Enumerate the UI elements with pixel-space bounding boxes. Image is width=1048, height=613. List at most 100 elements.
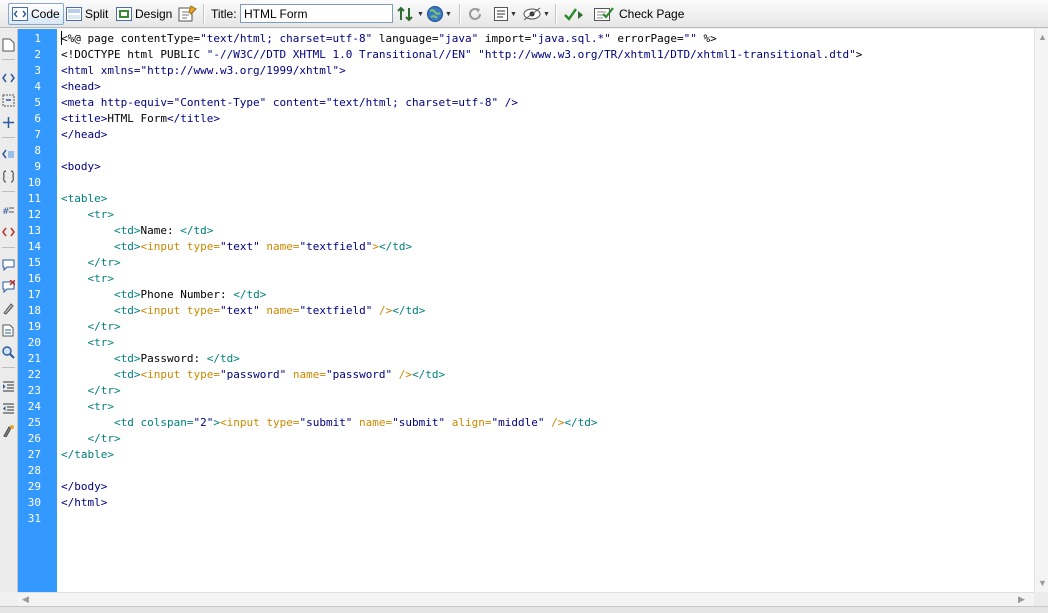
code-line[interactable]: <td>Password: </td> — [61, 351, 240, 367]
code-token: </td> — [564, 416, 598, 429]
code-line[interactable]: <title>HTML Form</title> — [61, 111, 220, 127]
code-token: </tr> — [87, 320, 121, 333]
code-token: <head> — [61, 80, 101, 93]
code-line[interactable]: <td><input type="password" name="passwor… — [61, 367, 445, 383]
line-number: 2 — [34, 48, 41, 61]
line-number: 11 — [27, 192, 41, 205]
code-token: <td> — [113, 288, 141, 301]
design-view-label: Design — [135, 7, 173, 21]
code-token: <tr> — [87, 336, 115, 349]
line-number: 8 — [34, 144, 41, 157]
code-line[interactable]: <td>Phone Number: </td> — [61, 287, 266, 303]
code-token: <input type= — [140, 240, 220, 253]
code-token: name= — [352, 416, 393, 429]
code-token: %> — [696, 32, 717, 45]
code-token: <input type= — [140, 368, 220, 381]
code-line[interactable]: <meta http-equiv="Content-Type" content=… — [61, 95, 518, 111]
code-line[interactable]: </head> — [61, 127, 107, 143]
code-line[interactable]: <%@ page contentType="text/html; charset… — [61, 31, 717, 47]
code-token: "textfield" — [299, 240, 373, 253]
code-line[interactable]: <table> — [61, 191, 107, 207]
code-line[interactable]: <tr> — [61, 271, 115, 287]
scroll-up-arrow-icon[interactable]: ▲ — [1038, 31, 1047, 43]
code-line[interactable]: <td>Name: </td> — [61, 223, 213, 239]
visual-aids-button[interactable]: ▼ — [522, 3, 550, 25]
line-number: 22 — [27, 368, 41, 381]
code-token: name= — [259, 240, 300, 253]
view-options-button[interactable]: ▼ — [493, 3, 517, 25]
code-token: align= — [445, 416, 492, 429]
code-line[interactable]: <tr> — [61, 207, 115, 223]
visual-aids-icon — [523, 7, 541, 21]
code-token: </td> — [180, 224, 214, 237]
line-number: 30 — [27, 496, 41, 509]
code-token: <td> — [113, 352, 141, 365]
code-line[interactable]: </tr> — [61, 319, 121, 335]
code-token: <table> — [61, 192, 108, 205]
vertical-scrollbar[interactable]: ▲ ▼ — [1034, 29, 1048, 592]
design-view-button[interactable]: Design — [112, 3, 176, 25]
code-token: <meta http-equiv="Content-Type" content=… — [61, 96, 518, 109]
validate-icon — [564, 8, 583, 21]
code-line[interactable]: <td><input type="text" name="textfield" … — [61, 303, 425, 319]
code-line[interactable]: </tr> — [61, 431, 121, 447]
line-number: 31 — [27, 512, 41, 525]
live-view-button[interactable] — [178, 3, 198, 25]
live-view-icon — [178, 5, 197, 22]
code-line[interactable]: </html> — [61, 495, 107, 511]
document-title-input[interactable] — [240, 4, 393, 23]
code-view-button[interactable]: Code — [8, 3, 64, 25]
code-token: Password: — [140, 352, 207, 365]
horizontal-scrollbar[interactable]: ◀ ▶ — [18, 592, 1034, 606]
code-line[interactable]: </tr> — [61, 255, 121, 271]
code-line[interactable]: <tr> — [61, 399, 115, 415]
line-number: 6 — [34, 112, 41, 125]
line-number: 5 — [34, 96, 41, 109]
design-view-icon — [116, 7, 132, 21]
code-token: /> — [372, 304, 393, 317]
code-line[interactable]: <!DOCTYPE html PUBLIC "-//W3C//DTD XHTML… — [61, 47, 862, 63]
code-line[interactable]: </body> — [61, 479, 107, 495]
refresh-button[interactable] — [467, 3, 483, 25]
code-line[interactable]: <html xmlns="http://www.w3.org/1999/xhtm… — [61, 63, 346, 79]
scroll-left-arrow-icon[interactable]: ◀ — [22, 593, 29, 605]
code-token: Phone Number: — [140, 288, 234, 301]
check-page-label: Check Page — [619, 7, 685, 21]
code-line[interactable]: <td colspan="2"><input type="submit" nam… — [61, 415, 598, 431]
split-view-button[interactable]: Split — [62, 3, 112, 25]
code-token: "2" — [193, 416, 214, 429]
line-number: 27 — [27, 448, 41, 461]
code-line[interactable]: <tr> — [61, 335, 115, 351]
status-bar — [0, 606, 1048, 613]
code-line[interactable]: <body> — [61, 159, 101, 175]
code-token: </tr> — [87, 256, 121, 269]
scroll-down-arrow-icon[interactable]: ▼ — [1038, 577, 1047, 589]
code-token: <tr> — [87, 208, 115, 221]
line-number-gutter: 1 2 3 4 5 6 7 8 9 10 11 12 13 14 15 16 17 18 19 20 21 22 23 24 2… — [18, 29, 57, 592]
code-token: > — [855, 48, 863, 61]
code-token: "java" — [438, 32, 479, 45]
code-token: <input type= — [219, 416, 300, 429]
file-transfer-button[interactable]: ▼ — [396, 3, 424, 25]
code-line[interactable]: </tr> — [61, 383, 121, 399]
code-token: name= — [259, 304, 300, 317]
code-token: /> — [392, 368, 413, 381]
preview-browser-button[interactable]: ▼ — [426, 3, 452, 25]
code-token: <td> — [113, 368, 141, 381]
code-token: </html> — [61, 496, 108, 509]
code-token: > — [372, 240, 379, 253]
check-page-button[interactable]: Check Page — [593, 3, 684, 25]
code-line[interactable]: <td><input type="text" name="textfield">… — [61, 239, 412, 255]
code-line[interactable]: <head> — [61, 79, 101, 95]
scroll-right-arrow-icon[interactable]: ▶ — [1018, 593, 1025, 605]
validate-button[interactable] — [563, 3, 585, 25]
code-token: "http://www.w3.org/TR/xhtml1/DTD/xhtml1-… — [478, 48, 856, 61]
code-token: "-//W3C//DTD XHTML 1.0 Transitional//EN" — [206, 48, 472, 61]
code-line[interactable]: </table> — [61, 447, 114, 463]
code-editor[interactable]: <%@ page contentType="text/html; charset… — [57, 29, 1034, 592]
